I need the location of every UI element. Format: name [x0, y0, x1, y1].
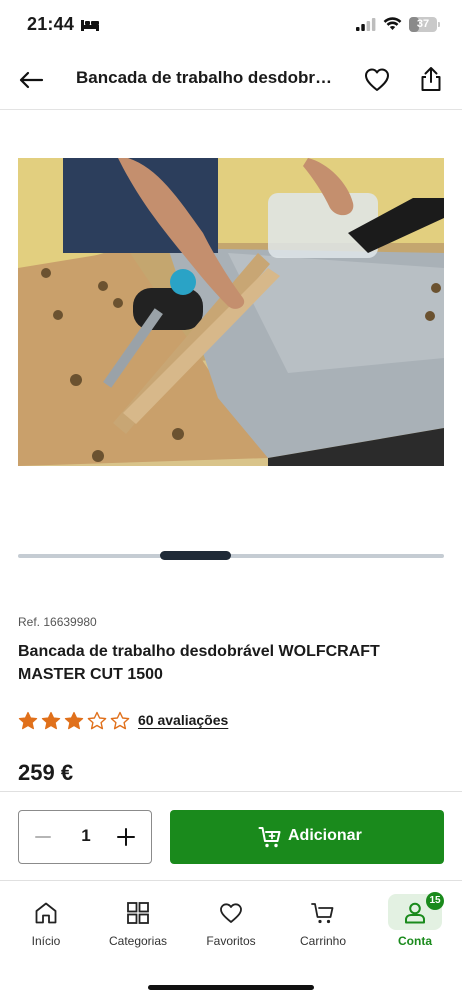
star-empty-icon — [110, 711, 130, 730]
carousel-position-indicator[interactable] — [160, 551, 231, 560]
reviews-link[interactable]: 60 avaliações — [138, 712, 228, 728]
nav-label-categories: Categorias — [108, 934, 168, 948]
product-image[interactable] — [18, 158, 444, 466]
bed-icon — [81, 20, 99, 31]
nav-label-home: Início — [31, 934, 61, 948]
star-empty-icon — [87, 711, 107, 730]
battery-tip — [438, 22, 440, 27]
battery-percent: 37 — [416, 18, 430, 30]
nav-label-favorites: Favoritos — [206, 934, 256, 948]
cart-add-icon — [258, 827, 281, 848]
cart-icon — [311, 903, 334, 924]
buy-bar: 1 Adicionar — [0, 791, 462, 881]
rating-stars[interactable] — [18, 711, 130, 731]
product-ref: Ref. 16639980 — [18, 615, 97, 629]
nav-item-cart[interactable]: Carrinho — [288, 892, 358, 954]
quantity-stepper: 1 — [18, 810, 152, 864]
star-filled-icon — [41, 711, 61, 730]
battery-icon: 37 — [409, 17, 437, 32]
signal-icon — [356, 18, 376, 31]
product-photo — [18, 158, 444, 466]
user-icon — [405, 902, 425, 924]
share-icon[interactable] — [416, 64, 446, 94]
nav-label-cart: Carrinho — [299, 934, 347, 948]
heart-icon[interactable] — [362, 65, 392, 95]
star-filled-icon — [18, 711, 38, 730]
heart-icon — [220, 903, 242, 923]
quantity-value[interactable]: 1 — [71, 826, 101, 846]
minus-icon[interactable] — [33, 827, 53, 847]
notification-badge: 15 — [426, 892, 444, 910]
nav-item-home[interactable]: Início — [11, 892, 81, 954]
nav-header: Bancada de trabalho desdobr… — [0, 50, 462, 110]
status-bar: 21:44 37 — [0, 0, 462, 50]
add-to-cart-label: Adicionar — [288, 827, 362, 844]
back-arrow-icon[interactable] — [16, 65, 46, 95]
page-title: Bancada de trabalho desdobr… — [76, 68, 332, 87]
plus-icon[interactable] — [115, 826, 137, 848]
home-icon — [35, 902, 57, 924]
nav-item-categories[interactable]: Categorias — [103, 892, 173, 954]
nav-item-favorites[interactable]: Favoritos — [196, 892, 266, 954]
product-price: 259 € — [18, 760, 74, 785]
grid-icon — [127, 902, 149, 924]
wifi-icon — [383, 17, 402, 30]
nav-label-account: Conta — [398, 934, 432, 948]
carousel-track[interactable] — [18, 554, 444, 558]
product-title: Bancada de trabalho desdobrável WOLFCRAF… — [18, 643, 380, 683]
add-to-cart-button[interactable]: Adicionar — [170, 810, 444, 864]
status-time: 21:44 — [27, 14, 75, 34]
bottom-nav: Início Categorias Favoritos Carrinho 15 … — [0, 882, 462, 999]
star-filled-icon — [64, 711, 84, 730]
home-indicator — [148, 985, 314, 990]
nav-item-account[interactable]: 15 Conta — [380, 892, 450, 954]
